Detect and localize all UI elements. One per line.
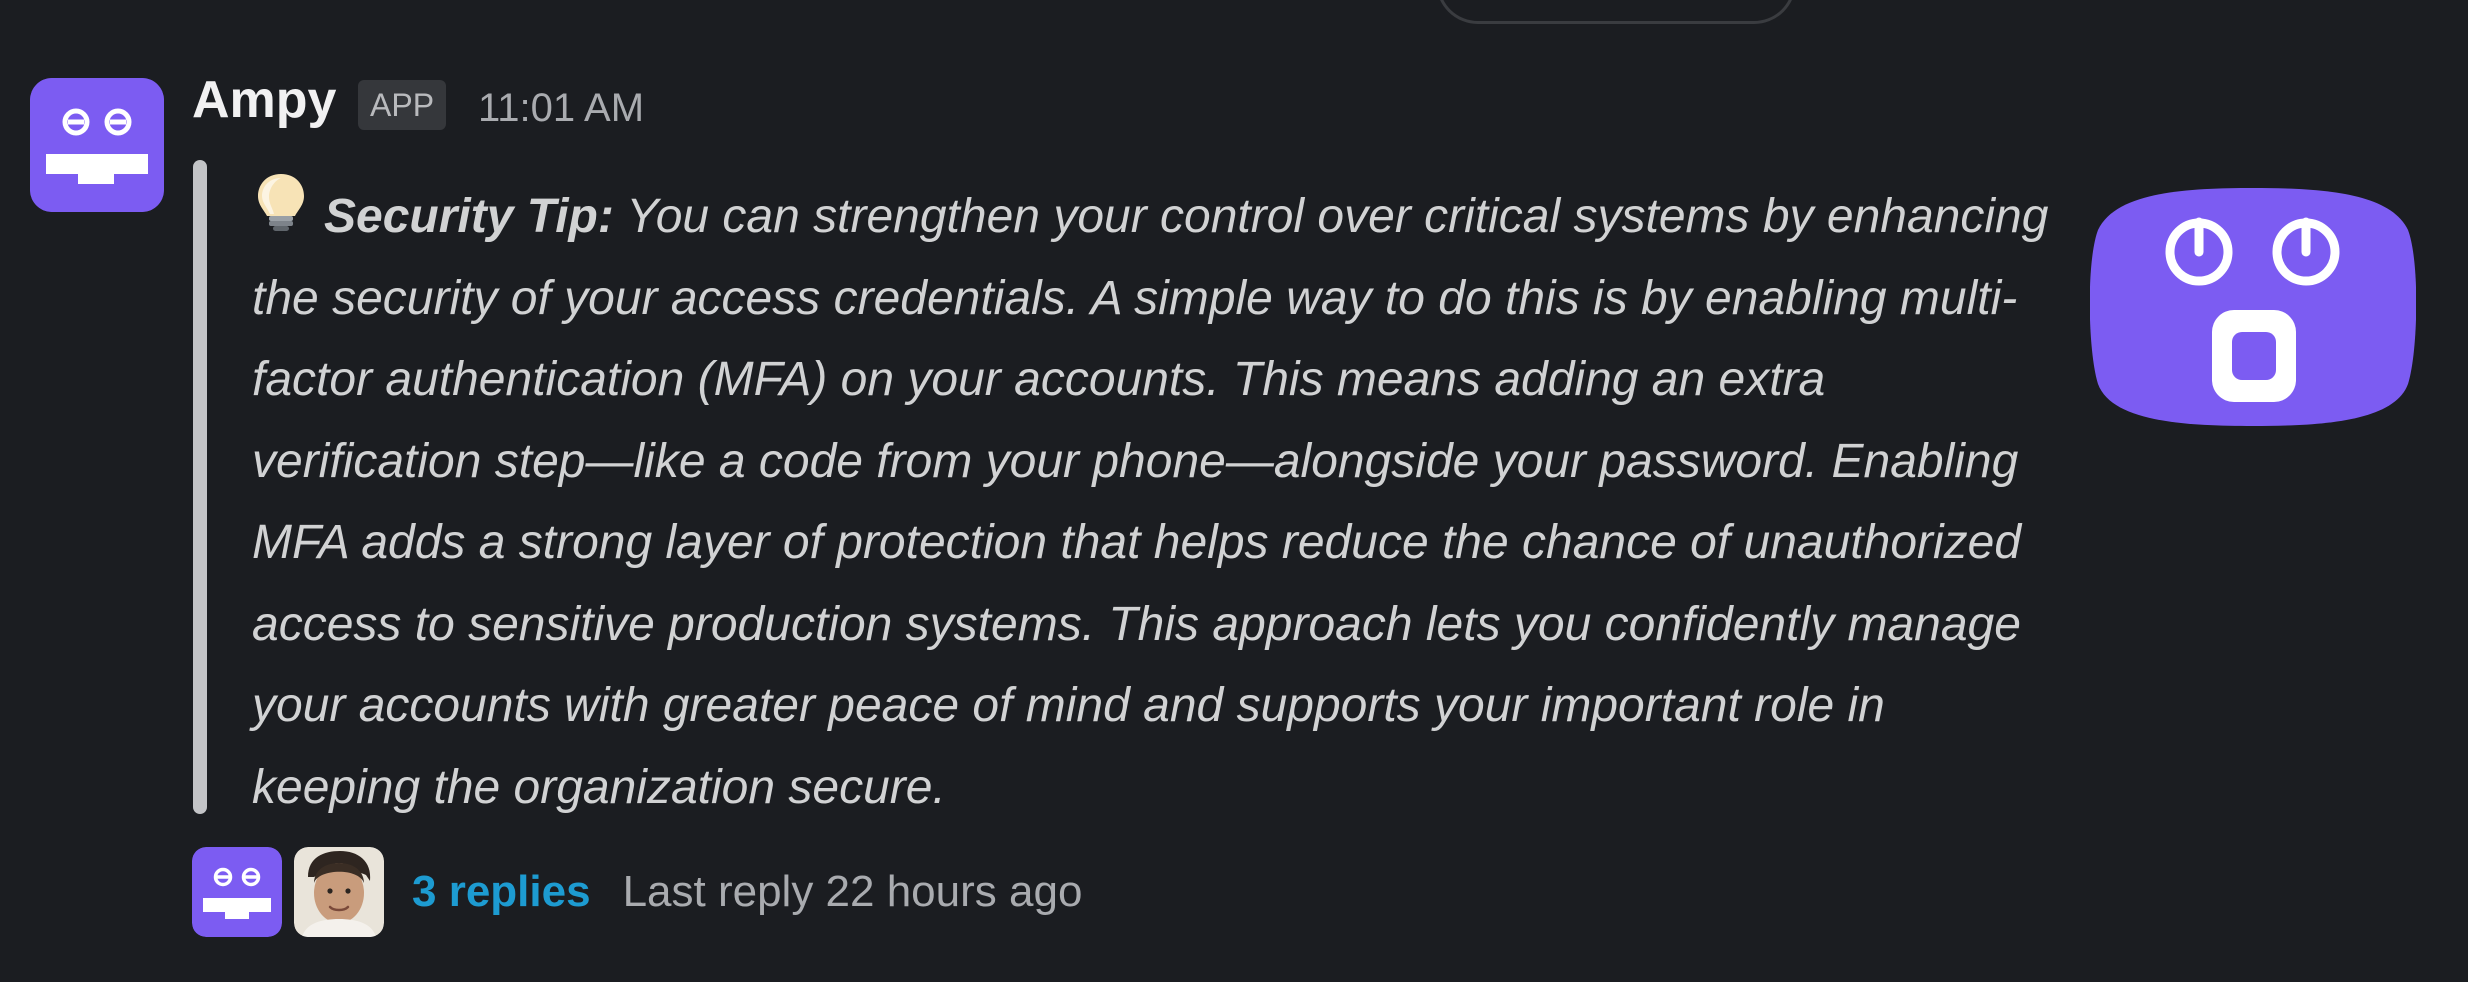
light-bulb-icon [252, 170, 310, 258]
ampy-thread-avatar [192, 847, 282, 937]
surprised-robot-image[interactable] [2090, 182, 2416, 432]
tip-label: Security Tip: [324, 190, 614, 243]
replies-link[interactable]: 3 replies [412, 867, 591, 917]
user-avatar [294, 847, 384, 937]
message-body: Security Tip: You can strengthen your co… [252, 170, 2052, 828]
author-name[interactable]: Ampy [192, 71, 336, 129]
thread-summary[interactable]: 3 replies Last reply 22 hours ago [192, 846, 1082, 938]
last-reply-time: Last reply 22 hours ago [622, 867, 1083, 916]
ampy-avatar[interactable] [30, 78, 164, 212]
app-badge: APP [358, 80, 447, 130]
quote-bar [193, 160, 207, 814]
message-timestamp[interactable]: 11:01 AM [478, 86, 644, 130]
new-messages-pill[interactable] [1436, 0, 1796, 24]
tip-body: You can strengthen your control over cri… [252, 190, 2049, 814]
